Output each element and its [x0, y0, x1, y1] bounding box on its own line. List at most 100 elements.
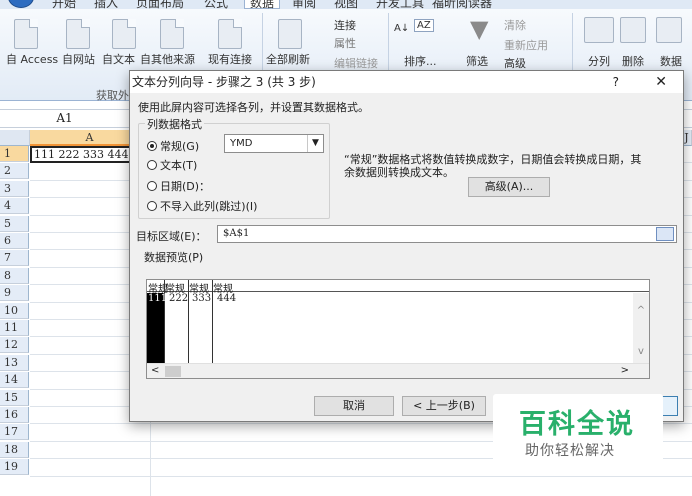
- watermark-logo: 百科全说 助你轻松解决: [493, 394, 663, 468]
- tab-foxit[interactable]: 福昕阅读器: [432, 0, 492, 9]
- scroll-thumb[interactable]: [165, 366, 181, 377]
- cancel-button[interactable]: 取消: [314, 396, 394, 416]
- scroll-down-icon[interactable]: v: [633, 346, 649, 357]
- watermark-subtitle: 助你轻松解决: [525, 443, 615, 459]
- row-header[interactable]: 14: [0, 372, 29, 389]
- other-sources-icon: [160, 19, 184, 49]
- row-header[interactable]: 12: [0, 337, 29, 354]
- row-header[interactable]: 10: [0, 302, 29, 319]
- cell-a1[interactable]: 111 222 333 444: [30, 146, 140, 163]
- refresh-all-button[interactable]: 全部刷新: [266, 51, 310, 67]
- tab-developer[interactable]: 开发工具: [376, 0, 424, 9]
- preview-horizontal-scrollbar[interactable]: < >: [147, 363, 649, 378]
- tab-insert[interactable]: 插入: [94, 0, 118, 9]
- advanced-filter-button[interactable]: 高级: [504, 55, 526, 71]
- watermark-title: 百科全说: [519, 409, 635, 440]
- filter-icon: ▼: [470, 15, 489, 43]
- existing-connections-button[interactable]: 现有连接: [208, 51, 252, 67]
- from-text-button[interactable]: 自文本: [102, 51, 135, 67]
- tab-data[interactable]: 数据: [244, 0, 281, 9]
- preview-vertical-scrollbar[interactable]: ^ v: [633, 293, 649, 364]
- sort-az-icon[interactable]: A↓: [394, 23, 409, 34]
- scroll-up-icon[interactable]: ^: [633, 305, 649, 316]
- data-validation-icon: [656, 17, 682, 43]
- row-header[interactable]: 15: [0, 389, 29, 406]
- row-header[interactable]: 2: [0, 163, 29, 180]
- from-access-button[interactable]: 自 Access: [6, 51, 58, 67]
- row-header[interactable]: 4: [0, 198, 29, 215]
- data-validation-button[interactable]: 数据: [660, 53, 682, 69]
- row-header[interactable]: 5: [0, 215, 29, 232]
- connections-button[interactable]: 连接: [334, 17, 356, 33]
- sort-dialog-icon: AZ: [414, 19, 434, 32]
- row-header[interactable]: 8: [0, 267, 29, 284]
- radio-skip[interactable]: 不导入此列(跳过)(I): [147, 198, 257, 214]
- name-box[interactable]: A1: [0, 110, 130, 127]
- preview-cell: 111: [148, 293, 168, 304]
- data-preview[interactable]: 常规 常规 常规 常规 111 222 333 444 ^ v < >: [146, 279, 650, 379]
- radio-text[interactable]: 文本(T): [147, 157, 197, 173]
- advanced-button[interactable]: 高级(A)...: [468, 177, 550, 197]
- ribbon-tab-bar: 开始 插入 页面布局 公式 数据 审阅 视图 开发工具 福昕阅读器: [0, 0, 692, 9]
- row-header[interactable]: 11: [0, 320, 29, 336]
- tab-home[interactable]: 开始: [52, 0, 76, 9]
- radio-dot-icon: [147, 141, 157, 151]
- row-header[interactable]: 18: [0, 441, 29, 458]
- preview-col-break[interactable]: [212, 280, 213, 364]
- properties-button[interactable]: 属性: [334, 35, 356, 51]
- row-header[interactable]: 3: [0, 180, 29, 197]
- preview-cell: 333: [192, 293, 212, 304]
- row-header[interactable]: 7: [0, 250, 29, 267]
- row-header[interactable]: 6: [0, 233, 29, 249]
- text-to-columns-icon: [584, 17, 614, 43]
- preview-cell: 444: [217, 293, 237, 304]
- tab-view[interactable]: 视图: [334, 0, 358, 9]
- preview-cell: 222: [169, 293, 189, 304]
- from-web-button[interactable]: 自网站: [62, 51, 95, 67]
- remove-duplicates-icon: [620, 17, 646, 43]
- remove-duplicates-button[interactable]: 删除: [622, 53, 644, 69]
- row-header[interactable]: 16: [0, 407, 29, 423]
- scroll-left-icon[interactable]: <: [151, 365, 159, 376]
- access-icon: [14, 19, 38, 49]
- help-button[interactable]: ?: [613, 71, 619, 93]
- get-external-group-label: 获取外: [96, 89, 129, 102]
- tab-page-layout[interactable]: 页面布局: [136, 0, 184, 9]
- row-header[interactable]: 9: [0, 285, 29, 302]
- chevron-down-icon: ▼: [307, 135, 323, 152]
- close-icon[interactable]: ✕: [655, 71, 667, 93]
- range-picker-icon[interactable]: [656, 227, 674, 241]
- scroll-right-icon[interactable]: >: [621, 365, 629, 376]
- row-header[interactable]: 17: [0, 424, 29, 441]
- row-header[interactable]: 19: [0, 459, 29, 476]
- radio-dot-icon: [147, 181, 157, 191]
- text-to-columns-button[interactable]: 分列: [588, 53, 610, 69]
- preview-col-break[interactable]: [188, 280, 189, 364]
- excel-window: 开始 插入 页面布局 公式 数据 审阅 视图 开发工具 福昕阅读器 自 Acce…: [0, 0, 692, 496]
- sort-button[interactable]: 排序...: [404, 53, 437, 69]
- destination-input[interactable]: $A$1: [217, 225, 677, 243]
- from-other-button[interactable]: 自其他来源: [140, 51, 195, 67]
- radio-general[interactable]: 常规(G): [147, 138, 199, 154]
- tab-formulas[interactable]: 公式: [204, 0, 228, 9]
- text-import-wizard-dialog: 文本分列向导 - 步骤之 3 (共 3 步) ? ✕ 使用此屏内容可选择各列，并…: [129, 70, 684, 422]
- radio-date[interactable]: 日期(D)：: [147, 178, 210, 194]
- office-button[interactable]: [8, 0, 34, 8]
- row-header[interactable]: 13: [0, 354, 29, 371]
- tab-review[interactable]: 审阅: [292, 0, 316, 9]
- dialog-title: 文本分列向导 - 步骤之 3 (共 3 步): [130, 71, 683, 93]
- clear-button[interactable]: 清除: [504, 17, 526, 33]
- radio-dot-icon: [147, 160, 157, 170]
- grid-line: [30, 475, 692, 477]
- existing-connections-icon: [218, 19, 242, 49]
- back-button[interactable]: < 上一步(B): [402, 396, 486, 416]
- format-description-line2: 余数据则转换成文本。: [344, 166, 454, 179]
- select-all-corner[interactable]: [0, 130, 30, 146]
- preview-label: 数据预览(P): [144, 251, 204, 264]
- row-header[interactable]: 1: [0, 146, 29, 162]
- date-format-select[interactable]: YMD ▼: [224, 134, 324, 153]
- edit-links-button[interactable]: 编辑链接: [334, 55, 378, 71]
- filter-button[interactable]: 筛选: [466, 53, 488, 69]
- web-icon: [66, 19, 90, 49]
- reapply-button[interactable]: 重新应用: [504, 37, 548, 53]
